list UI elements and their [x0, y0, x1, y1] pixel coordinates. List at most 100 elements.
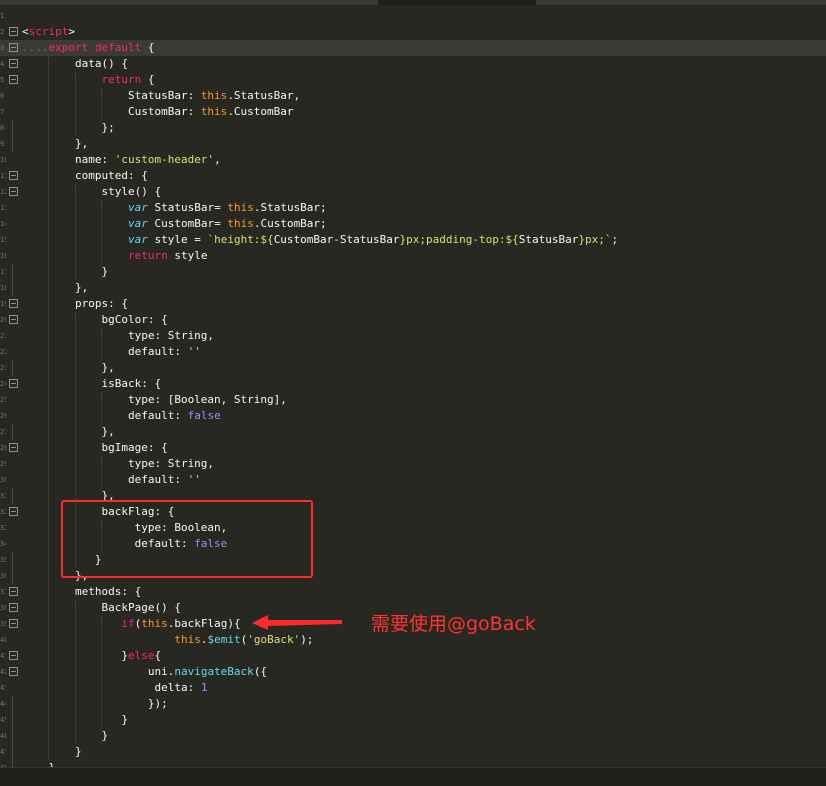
code-line[interactable]: 27 }, [0, 424, 826, 440]
code-line[interactable]: 13 var StatusBar= this.StatusBar; [0, 200, 826, 216]
line-number: 8 [0, 124, 5, 132]
code-token: methods: { [22, 585, 142, 598]
fold-toggle-icon[interactable] [9, 379, 18, 388]
code-text: if(this.backFlag){ [22, 616, 240, 632]
code-token: this [174, 633, 201, 646]
code-token: BackPage() { [22, 601, 181, 614]
fold-toggle-icon[interactable] [9, 587, 18, 596]
code-text: }else{ [22, 648, 161, 664]
code-line[interactable]: 47 } [0, 744, 826, 760]
code-line[interactable]: 5 return { [0, 72, 826, 88]
code-line[interactable]: 17 } [0, 264, 826, 280]
code-line[interactable]: 41 }else{ [0, 648, 826, 664]
line-number: 21 [0, 332, 6, 340]
code-token: type: String, [22, 329, 215, 342]
code-text: }, [22, 424, 114, 440]
annotation-text: 需要使用@goBack [371, 613, 536, 635]
code-token: default: [22, 345, 188, 358]
fold-toggle-icon[interactable] [9, 667, 18, 676]
code-text: } [22, 728, 108, 744]
code-line[interactable]: 44 }); [0, 696, 826, 712]
fold-toggle-icon[interactable] [9, 171, 18, 180]
line-number: 14 [0, 220, 6, 228]
code-line[interactable]: 1 [0, 8, 826, 24]
code-line[interactable]: 29 type: String, [0, 456, 826, 472]
window-top-bar [0, 0, 826, 5]
code-line[interactable]: 43 delta: 1 [0, 680, 826, 696]
code-line[interactable]: 21 type: String, [0, 328, 826, 344]
code-line[interactable]: 46 } [0, 728, 826, 744]
line-number: 34 [0, 540, 6, 548]
line-number: 10 [0, 156, 6, 164]
code-line[interactable]: 8 }; [0, 120, 826, 136]
tab-strip-right[interactable] [536, 0, 826, 5]
fold-toggle-icon[interactable] [9, 75, 18, 84]
line-number: 47 [0, 748, 6, 756]
fold-toggle-icon[interactable] [9, 619, 18, 628]
code-line[interactable]: 25 type: [Boolean, String], [0, 392, 826, 408]
code-line[interactable]: 6 StatusBar: this.StatusBar, [0, 88, 826, 104]
code-line[interactable]: 42 uni.navigateBack({ [0, 664, 826, 680]
code-line[interactable]: 45 } [0, 712, 826, 728]
code-token: style() { [22, 185, 162, 198]
code-token: '' [187, 473, 201, 486]
indent-guide [74, 72, 76, 136]
fold-toggle-icon[interactable] [9, 603, 18, 612]
code-line[interactable]: 22 default: '' [0, 344, 826, 360]
code-line[interactable]: 12 style() { [0, 184, 826, 200]
code-line[interactable]: 37 methods: { [0, 584, 826, 600]
fold-toggle-icon[interactable] [9, 299, 18, 308]
code-line[interactable]: 18 }, [0, 280, 826, 296]
code-text: computed: { [22, 168, 148, 184]
code-line[interactable]: 30 default: '' [0, 472, 826, 488]
indent-guide [101, 328, 103, 360]
code-token: computed: { [22, 169, 148, 182]
code-line[interactable]: 3 ....export default { [0, 40, 826, 56]
code-text: } [22, 744, 82, 760]
line-number: 19 [0, 300, 6, 308]
code-line[interactable]: 4 data() { [0, 56, 826, 72]
code-line[interactable]: 16 return style [0, 248, 826, 264]
code-line[interactable]: 9 }, [0, 136, 826, 152]
fold-end-marker [12, 712, 13, 728]
fold-toggle-icon[interactable] [9, 187, 18, 196]
line-number: 15 [0, 236, 6, 244]
code-line[interactable]: 15 var style = `height:${CustomBar-Statu… [0, 232, 826, 248]
fold-end-marker [12, 136, 13, 152]
line-number: 7 [0, 108, 5, 116]
fold-end-marker [12, 728, 13, 744]
code-line[interactable]: 23 }, [0, 360, 826, 376]
code-line[interactable]: 28 bgImage: { [0, 440, 826, 456]
code-text: var style = `height:${CustomBar-StatusBa… [22, 232, 618, 248]
code-token: name: [22, 153, 115, 166]
fold-toggle-icon[interactable] [9, 59, 18, 68]
code-line[interactable]: 24 isBack: { [0, 376, 826, 392]
code-line[interactable]: 14 var CustomBar= this.CustomBar; [0, 216, 826, 232]
code-text: props: { [22, 296, 128, 312]
fold-end-marker [12, 568, 13, 584]
code-line[interactable]: 26 default: false [0, 408, 826, 424]
code-editor[interactable]: 1 2 <script> 3 ....export default {4 data() … [0, 8, 826, 776]
code-token: .StatusBar, [227, 89, 301, 102]
code-line[interactable]: 19 props: { [0, 296, 826, 312]
code-line[interactable]: 2 <script> [0, 24, 826, 40]
fold-toggle-icon[interactable] [9, 43, 18, 52]
code-token: }, [22, 281, 89, 294]
code-line[interactable]: 10 name: 'custom-header', [0, 152, 826, 168]
code-line[interactable]: 7 CustomBar: this.CustomBar [0, 104, 826, 120]
fold-toggle-icon[interactable] [9, 443, 18, 452]
tab-strip-left[interactable] [0, 0, 378, 5]
code-token: bgImage: { [22, 441, 168, 454]
fold-toggle-icon[interactable] [9, 27, 18, 36]
fold-toggle-icon[interactable] [9, 315, 18, 324]
code-line[interactable]: 11 computed: { [0, 168, 826, 184]
code-line[interactable]: 20 bgColor: { [0, 312, 826, 328]
fold-toggle-icon[interactable] [9, 507, 18, 516]
code-token: { [154, 649, 162, 662]
fold-toggle-icon[interactable] [9, 651, 18, 660]
code-text: type: String, [22, 328, 214, 344]
line-number: 24 [0, 380, 6, 388]
